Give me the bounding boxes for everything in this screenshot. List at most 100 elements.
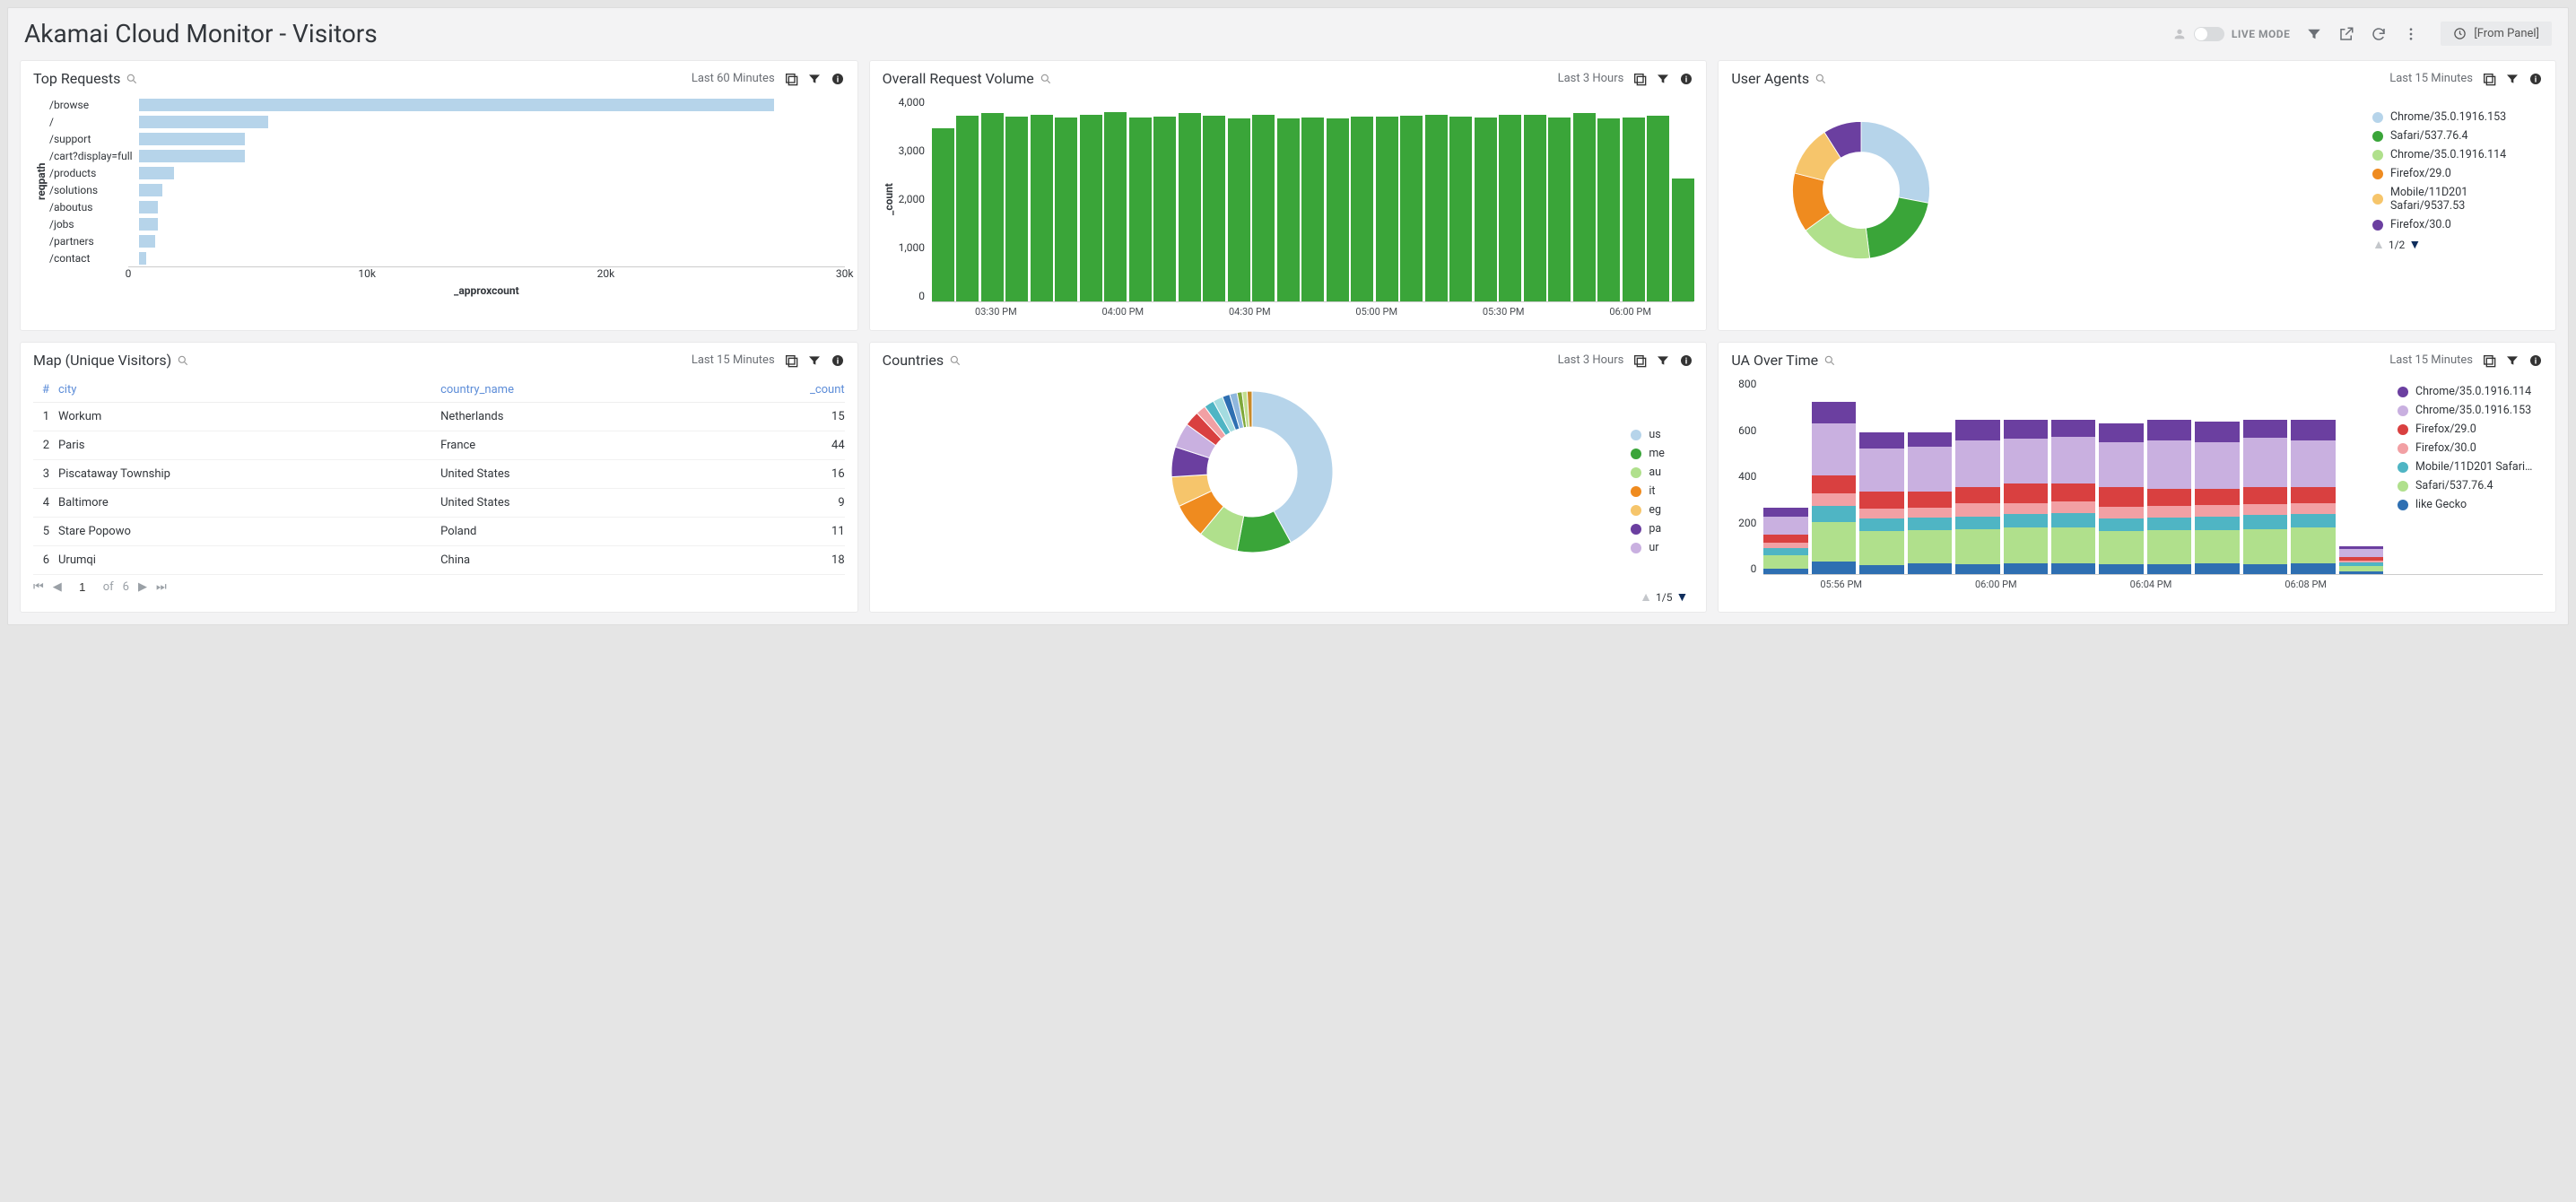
bar[interactable] — [1228, 118, 1250, 301]
bar-segment[interactable] — [2243, 504, 2287, 515]
drilldown-icon[interactable] — [1632, 72, 1647, 86]
bar[interactable] — [139, 167, 174, 179]
filter-icon[interactable] — [2505, 353, 2519, 368]
bar[interactable] — [1005, 117, 1028, 301]
legend-prev-icon[interactable]: ▲ — [1640, 589, 1652, 605]
legend-item[interactable]: Safari/537.76.4 — [2398, 479, 2550, 492]
drilldown-icon[interactable] — [1632, 353, 1647, 368]
bar-segment[interactable] — [2195, 517, 2239, 529]
bar-segment[interactable] — [2099, 487, 2143, 507]
col-index[interactable]: # — [33, 383, 58, 396]
bar-segment[interactable] — [2147, 506, 2191, 518]
bar-segment[interactable] — [1955, 420, 1999, 440]
bar-segment[interactable] — [2051, 501, 2095, 513]
table-row[interactable]: 1WorkumNetherlands15 — [33, 403, 845, 431]
bar[interactable] — [139, 133, 245, 145]
bar-segment[interactable] — [2004, 563, 2048, 574]
info-icon[interactable]: i — [1679, 353, 1693, 368]
bar-segment[interactable] — [2195, 422, 2239, 442]
bar-segment[interactable] — [2291, 440, 2335, 487]
bar-segment[interactable] — [2004, 503, 2048, 514]
bar-segment[interactable] — [1812, 562, 1856, 574]
bar-segment[interactable] — [1763, 535, 1807, 543]
magnify-icon[interactable] — [1040, 73, 1052, 85]
bar-segment[interactable] — [1812, 475, 1856, 494]
legend-item[interactable]: Mobile/11D201 Safari… — [2398, 460, 2550, 474]
info-icon[interactable]: i — [1679, 72, 1693, 86]
bar-segment[interactable] — [1859, 509, 1903, 519]
legend-item[interactable]: me — [1631, 447, 1684, 460]
bar-segment[interactable] — [2339, 571, 2383, 574]
magnify-icon[interactable] — [1823, 354, 1836, 367]
bar-segment[interactable] — [2195, 563, 2239, 574]
bar-segment[interactable] — [2339, 549, 2383, 556]
bar-segment[interactable] — [2291, 420, 2335, 440]
bar[interactable] — [139, 184, 162, 196]
drilldown-icon[interactable] — [2482, 72, 2496, 86]
bar-segment[interactable] — [2291, 487, 2335, 503]
legend-item[interactable]: us — [1631, 428, 1684, 441]
filter-icon[interactable] — [1656, 72, 1670, 86]
user-agents-donut[interactable] — [1785, 114, 1937, 266]
bar-segment[interactable] — [2004, 483, 2048, 503]
bar-segment[interactable] — [2099, 518, 2143, 531]
magnify-icon[interactable] — [126, 73, 138, 85]
bar[interactable] — [139, 235, 155, 248]
bar-segment[interactable] — [2195, 442, 2239, 489]
bar[interactable] — [1597, 118, 1620, 301]
bar-segment[interactable] — [2051, 563, 2095, 574]
bar-segment[interactable] — [2099, 423, 2143, 441]
stacked-bar[interactable] — [2243, 400, 2287, 574]
bar[interactable] — [1203, 116, 1225, 301]
bar-segment[interactable] — [1859, 518, 1903, 531]
bar[interactable] — [139, 116, 268, 128]
filter-icon[interactable] — [807, 353, 822, 368]
info-icon[interactable]: i — [831, 72, 845, 86]
bar-segment[interactable] — [1955, 529, 1999, 564]
stacked-bar[interactable] — [1908, 407, 1952, 574]
bar[interactable] — [1475, 118, 1497, 301]
stacked-bar[interactable] — [2291, 400, 2335, 574]
filter-icon[interactable] — [807, 72, 822, 86]
stacked-bar[interactable] — [2195, 401, 2239, 574]
bar-segment[interactable] — [1859, 449, 1903, 492]
legend-item[interactable]: it — [1631, 484, 1684, 498]
bar-segment[interactable] — [2099, 507, 2143, 518]
bar[interactable] — [1400, 116, 1423, 301]
bar[interactable] — [1623, 118, 1645, 301]
stacked-bar[interactable] — [2004, 400, 2048, 574]
legend-item[interactable]: Firefox/30.0 — [2372, 218, 2543, 231]
stacked-bar[interactable] — [1812, 390, 1856, 574]
bar-segment[interactable] — [2195, 530, 2239, 563]
bar-segment[interactable] — [1955, 564, 1999, 574]
bar-segment[interactable] — [1763, 508, 1807, 517]
bar[interactable] — [139, 201, 158, 213]
bar-segment[interactable] — [1812, 522, 1856, 562]
bar[interactable] — [932, 128, 954, 302]
page-next-icon[interactable]: ▶ — [138, 580, 147, 594]
live-mode-toggle[interactable] — [2194, 27, 2224, 41]
stacked-bar[interactable] — [2339, 501, 2383, 574]
page-last-icon[interactable]: ⏭ — [156, 580, 167, 594]
stacked-bar[interactable] — [1859, 407, 1903, 574]
bar-segment[interactable] — [2004, 420, 2048, 440]
countries-donut[interactable] — [1162, 382, 1342, 562]
bar-segment[interactable] — [2291, 514, 2335, 527]
bar[interactable] — [956, 116, 979, 301]
bar-segment[interactable] — [1955, 517, 1999, 530]
bar-segment[interactable] — [1908, 518, 1952, 530]
bar[interactable] — [139, 150, 245, 162]
bar[interactable] — [1425, 115, 1448, 301]
table-row[interactable]: 2ParisFrance44 — [33, 431, 845, 460]
bar-segment[interactable] — [1859, 432, 1903, 449]
legend-item[interactable]: Firefox/29.0 — [2372, 167, 2543, 180]
bar-segment[interactable] — [1763, 555, 1807, 570]
bar-segment[interactable] — [2147, 440, 2191, 490]
bar[interactable] — [1055, 118, 1077, 301]
bar-segment[interactable] — [2004, 514, 2048, 527]
page-prev-icon[interactable]: ◀ — [53, 580, 62, 594]
bar-segment[interactable] — [1812, 493, 1856, 506]
bar-segment[interactable] — [1908, 492, 1952, 507]
legend-item[interactable]: like Gecko — [2398, 498, 2550, 511]
bar-segment[interactable] — [2099, 564, 2143, 574]
